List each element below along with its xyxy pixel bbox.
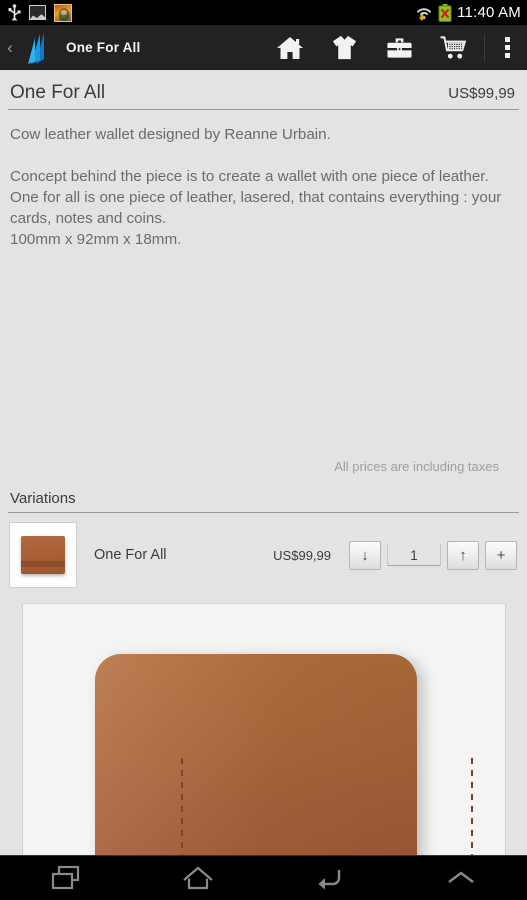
status-bar-right-icons: 11:40 AM bbox=[415, 3, 521, 22]
page-title: One For All bbox=[10, 82, 106, 103]
tshirt-icon[interactable] bbox=[317, 25, 372, 70]
variations-label: Variations bbox=[10, 490, 76, 507]
sail-logo-icon[interactable] bbox=[18, 29, 52, 67]
status-bar-left-icons bbox=[8, 3, 72, 22]
variations-header: Variations bbox=[0, 490, 527, 513]
app-screen: 11:40 AM ‹ One For All One For All US$99… bbox=[0, 0, 527, 900]
overflow-menu-icon[interactable] bbox=[487, 25, 527, 70]
battery-icon bbox=[438, 3, 452, 22]
system-nav-bar bbox=[0, 855, 527, 900]
back-chevron-icon[interactable]: ‹ bbox=[3, 39, 17, 56]
wallet-photo bbox=[95, 654, 473, 855]
wallet-thumbnail-image bbox=[21, 536, 65, 574]
quantity-stepper: ↓ 1 ↑ + bbox=[349, 540, 517, 570]
stitch-right bbox=[471, 758, 473, 855]
home-icon[interactable] bbox=[159, 856, 237, 900]
product-title-row: One For All US$99,99 bbox=[0, 70, 527, 109]
overflow-dots bbox=[504, 37, 510, 58]
gallery-icon bbox=[29, 5, 46, 20]
product-description: Cow leather wallet designed by Reanne Ur… bbox=[10, 126, 502, 248]
wifi-icon bbox=[415, 4, 433, 21]
status-bar: 11:40 AM bbox=[0, 0, 527, 25]
app-notification-icon bbox=[54, 3, 72, 22]
variation-price: US$99,99 bbox=[273, 547, 331, 563]
cart-icon[interactable] bbox=[427, 25, 482, 70]
status-bar-clock: 11:40 AM bbox=[457, 4, 521, 21]
app-bar-actions bbox=[262, 25, 527, 70]
recents-icon[interactable] bbox=[27, 856, 105, 900]
product-content: One For All US$99,99 Cow leather wallet … bbox=[0, 70, 527, 855]
expand-icon[interactable] bbox=[422, 856, 500, 900]
usb-icon bbox=[8, 4, 21, 21]
home-icon[interactable] bbox=[262, 25, 317, 70]
wallet-thumbnail[interactable] bbox=[9, 522, 77, 588]
table-row[interactable]: One For All US$99,99 ↓ 1 ↑ + bbox=[0, 522, 527, 588]
variations-divider bbox=[8, 512, 519, 513]
add-to-cart-button[interactable]: + bbox=[485, 540, 517, 570]
app-bar-title: One For All bbox=[66, 40, 141, 55]
product-image[interactable]: urban.africa bbox=[22, 603, 506, 855]
app-bar: ‹ One For All bbox=[0, 25, 527, 70]
decrement-button[interactable]: ↓ bbox=[349, 540, 381, 570]
back-icon[interactable] bbox=[290, 856, 368, 900]
increment-button[interactable]: ↑ bbox=[447, 540, 479, 570]
tax-note: All prices are including taxes bbox=[334, 459, 499, 474]
quantity-input[interactable]: 1 bbox=[387, 544, 441, 566]
product-price: US$99,99 bbox=[448, 85, 515, 102]
stitch-left bbox=[181, 758, 183, 855]
briefcase-icon[interactable] bbox=[372, 25, 427, 70]
app-bar-divider bbox=[484, 33, 485, 62]
variation-name: One For All bbox=[94, 547, 167, 563]
